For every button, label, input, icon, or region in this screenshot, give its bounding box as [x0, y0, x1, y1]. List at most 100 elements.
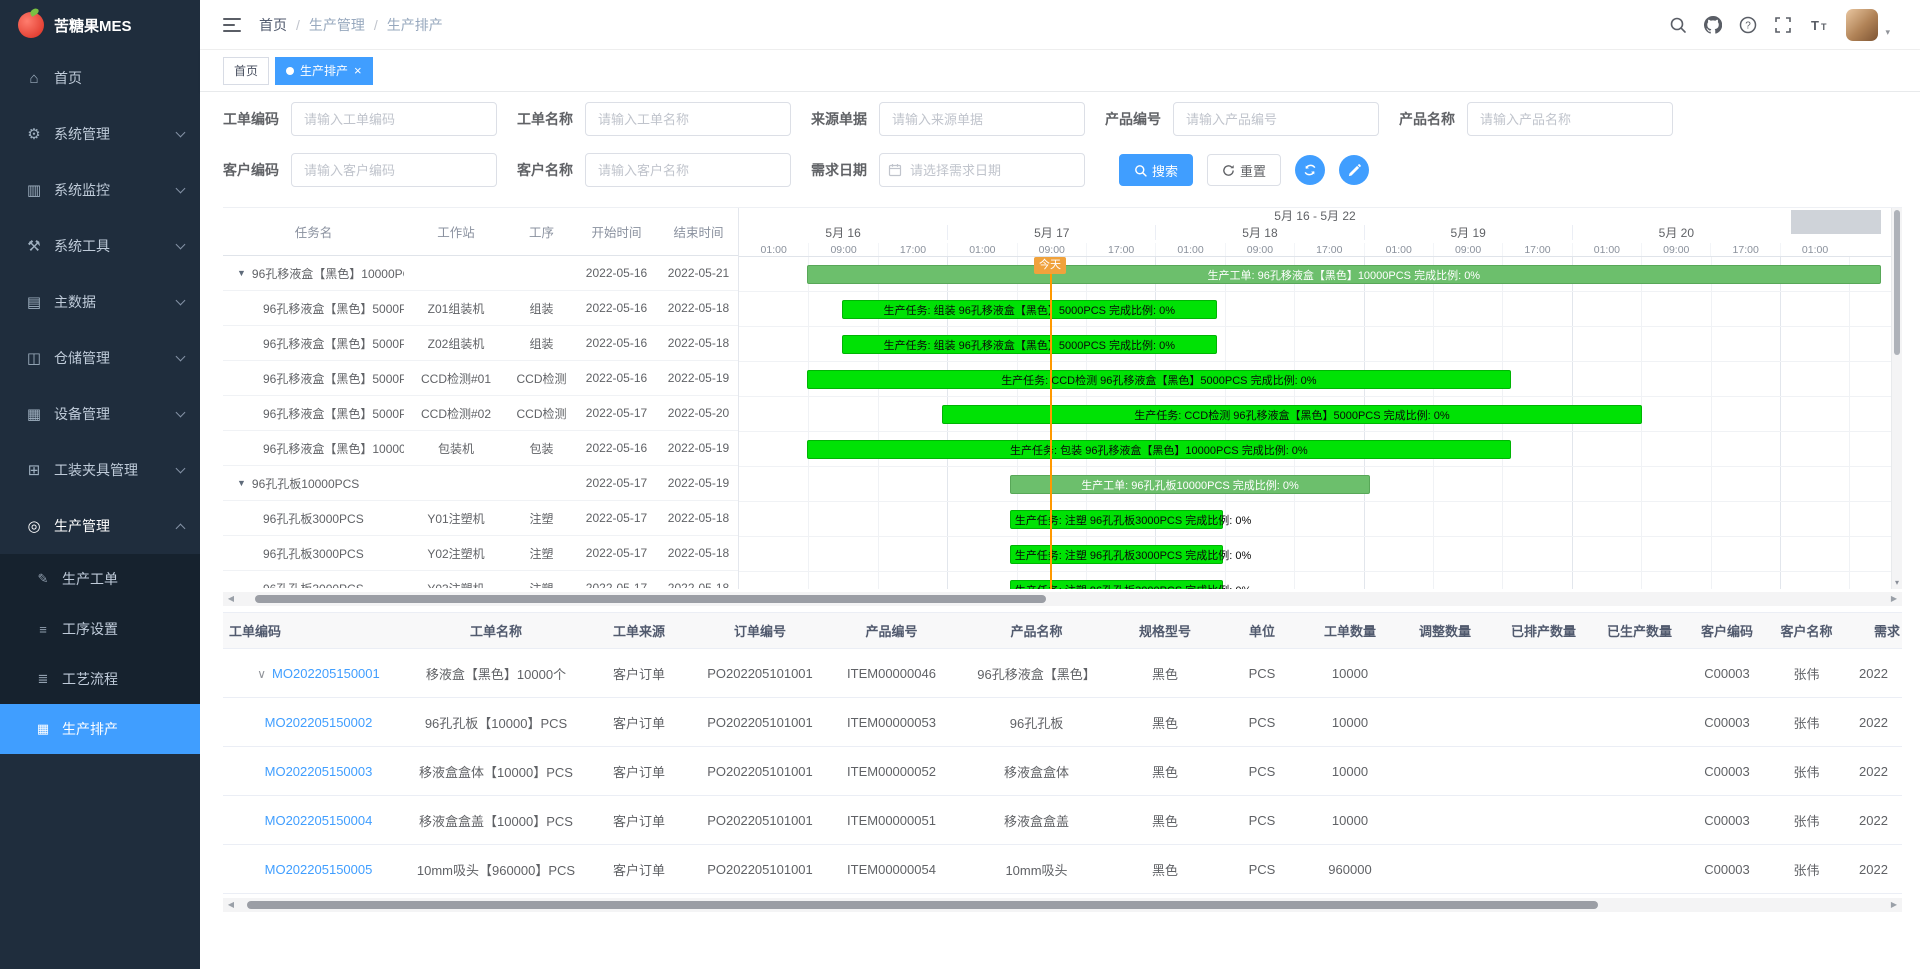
today-line: [1050, 257, 1052, 589]
source-doc-input[interactable]: [879, 102, 1085, 136]
gantt-task-row[interactable]: ▼96孔移液盒【黑色】10000PCS2022-05-162022-05-21: [223, 256, 738, 291]
product-code-input[interactable]: [1173, 102, 1379, 136]
gantt-bar-task[interactable]: 生产任务: 注塑 96孔孔板3000PCS 完成比例: 0%: [1010, 580, 1223, 589]
work-order-link[interactable]: MO202205150003: [265, 764, 373, 779]
avatar[interactable]: [1846, 9, 1878, 41]
gantt-task-row[interactable]: ▼96孔孔板10000PCS2022-05-172022-05-19: [223, 466, 738, 501]
search-button[interactable]: 搜索: [1119, 154, 1193, 186]
orders-cell: ITEM00000046: [820, 666, 963, 681]
tab-scheduling[interactable]: 生产排产×: [275, 57, 373, 85]
reset-button[interactable]: 重置: [1207, 154, 1281, 186]
breadcrumb-item[interactable]: 生产排产: [387, 15, 443, 35]
scrollbar-track[interactable]: [239, 900, 1886, 910]
sidebar-item-equipment[interactable]: ▦设备管理: [0, 386, 200, 442]
filter-label: 客户编码: [223, 160, 279, 180]
help-icon[interactable]: ?: [1739, 16, 1757, 34]
gantt-task-row[interactable]: 96孔移液盒【黑色】5000PCSCCD检测#01CCD检测2022-05-16…: [223, 361, 738, 396]
refresh-gantt-button[interactable]: [1295, 155, 1325, 185]
close-icon[interactable]: ×: [354, 64, 362, 77]
scroll-right-icon[interactable]: ▶: [1886, 898, 1902, 912]
orders-cell: MO202205150002: [223, 715, 414, 730]
font-size-icon[interactable]: TT: [1809, 16, 1829, 34]
sidebar-item-production[interactable]: ◎生产管理: [0, 498, 200, 554]
sidebar-item-work-order[interactable]: ✎生产工单: [0, 554, 200, 604]
gantt-bar-task[interactable]: 生产任务: CCD检测 96孔移液盒【黑色】5000PCS 完成比例: 0%: [807, 370, 1511, 389]
gantt-task-row[interactable]: 96孔移液盒【黑色】5000PCSZ01组装机组装2022-05-162022-…: [223, 291, 738, 326]
scrollbar-thumb[interactable]: [247, 901, 1598, 909]
gantt-bar-task[interactable]: 生产任务: 注塑 96孔孔板3000PCS 完成比例: 0%: [1010, 510, 1223, 529]
work-order-link[interactable]: MO202205150001: [272, 666, 380, 681]
work-order-code-input[interactable]: [291, 102, 497, 136]
customer-name-input[interactable]: [585, 153, 791, 187]
gantt-vertical-scrollbar[interactable]: ▾: [1891, 208, 1902, 589]
sidebar-item-home[interactable]: ⌂首页: [0, 50, 200, 106]
orders-row[interactable]: MO20220515000296孔孔板【10000】PCS客户订单PO20220…: [223, 698, 1902, 747]
collapse-icon[interactable]: ▼: [237, 478, 246, 488]
product-name-input[interactable]: [1467, 102, 1673, 136]
gantt-bar-task[interactable]: 生产任务: CCD检测 96孔移液盒【黑色】5000PCS 完成比例: 0%: [942, 405, 1642, 424]
gantt-task-row[interactable]: 96孔移液盒【黑色】5000PCSZ02组装机组装2022-05-162022-…: [223, 326, 738, 361]
tab-home[interactable]: 首页: [223, 57, 269, 85]
gantt-task-row[interactable]: 96孔移液盒【黑色】5000PCSCCD检测#02CCD检测2022-05-17…: [223, 396, 738, 431]
scroll-left-icon[interactable]: ◀: [223, 898, 239, 912]
task-process: 组装: [508, 300, 575, 317]
orders-cell: C00003: [1686, 764, 1768, 779]
orders-cell: PO202205101001: [700, 862, 820, 877]
orders-row[interactable]: ∨MO202205150001移液盒【黑色】10000个客户订单PO202205…: [223, 649, 1902, 698]
scrollbar-thumb[interactable]: [1894, 210, 1900, 355]
orders-row[interactable]: MO202205150003移液盒盒体【10000】PCS客户订单PO20220…: [223, 747, 1902, 796]
gantt-bar-task[interactable]: 生产任务: 组装 96孔移液盒【黑色】5000PCS 完成比例: 0%: [842, 335, 1218, 354]
sidebar-item-system-management[interactable]: ⚙系统管理: [0, 106, 200, 162]
gantt-task-row[interactable]: 96孔移液盒【黑色】10000PCS包装机包装2022-05-162022-05…: [223, 431, 738, 466]
scroll-left-icon[interactable]: ◀: [223, 592, 239, 606]
edit-button[interactable]: [1339, 155, 1369, 185]
gantt-task-row[interactable]: 96孔孔板3000PCSY01注塑机注塑2022-05-172022-05-18: [223, 501, 738, 536]
breadcrumb-item[interactable]: 首页: [259, 15, 287, 35]
gantt-bar-order[interactable]: 生产工单: 96孔移液盒【黑色】10000PCS 完成比例: 0%: [807, 265, 1881, 284]
scrollbar-track[interactable]: [239, 594, 1886, 604]
orders-cell: PCS: [1220, 764, 1304, 779]
scroll-down-icon[interactable]: ▾: [1892, 578, 1902, 588]
sidebar-item-process-settings[interactable]: ≡工序设置: [0, 604, 200, 654]
github-icon[interactable]: [1704, 16, 1722, 34]
scroll-right-icon[interactable]: ▶: [1886, 592, 1902, 606]
breadcrumb-item[interactable]: 生产管理: [309, 15, 365, 35]
chevron-down-icon: [176, 239, 186, 249]
gantt-task-row[interactable]: 96孔孔板3000PCSY02注塑机注塑2022-05-172022-05-18: [223, 536, 738, 571]
menu-toggle-icon[interactable]: [223, 17, 241, 33]
orders-cell: PO202205101001: [700, 715, 820, 730]
gantt-bar-order[interactable]: 生产工单: 96孔孔板10000PCS 完成比例: 0%: [1010, 475, 1371, 494]
work-order-link[interactable]: MO202205150004: [265, 813, 373, 828]
orders-cell: C00003: [1686, 666, 1768, 681]
gantt-task-row[interactable]: 96孔孔板3000PCSY03注塑机注塑2022-05-172022-05-18: [223, 571, 738, 588]
sidebar-item-master-data[interactable]: ▤主数据: [0, 274, 200, 330]
sidebar-item-process-flow[interactable]: ≣工艺流程: [0, 654, 200, 704]
search-icon[interactable]: [1669, 16, 1687, 34]
orders-col-header: 工单编码: [223, 621, 414, 640]
expand-row-icon[interactable]: ∨: [257, 667, 266, 681]
active-dot-icon: [286, 67, 294, 75]
orders-row[interactable]: MO202205150004移液盒盒盖【10000】PCS客户订单PO20220…: [223, 796, 1902, 845]
gantt-bar-task[interactable]: 生产任务: 组装 96孔移液盒【黑色】5000PCS 完成比例: 0%: [842, 300, 1218, 319]
gantt-bar-task[interactable]: 生产任务: 包装 96孔移液盒【黑色】10000PCS 完成比例: 0%: [807, 440, 1511, 459]
sidebar-item-system-tools[interactable]: ⚒系统工具: [0, 218, 200, 274]
demand-date-input[interactable]: [879, 153, 1085, 187]
orders-row[interactable]: MO20220515000510mm吸头【960000】PCS客户订单PO202…: [223, 845, 1902, 894]
chevron-down-icon: ▾: [1885, 27, 1890, 38]
fullscreen-icon[interactable]: [1774, 16, 1792, 34]
customer-code-input[interactable]: [291, 153, 497, 187]
work-order-name-input[interactable]: [585, 102, 791, 136]
work-order-link[interactable]: MO202205150005: [265, 862, 373, 877]
sidebar-item-system-monitor[interactable]: ▥系统监控: [0, 162, 200, 218]
scrollbar-thumb[interactable]: [255, 595, 1046, 603]
orders-horizontal-scrollbar[interactable]: ◀ ▶: [223, 898, 1902, 912]
work-order-link[interactable]: MO202205150002: [265, 715, 373, 730]
sidebar-item-fixture[interactable]: ⊞工装夹具管理: [0, 442, 200, 498]
app-logo[interactable]: 苦糖果MES: [0, 0, 200, 50]
collapse-icon[interactable]: ▼: [237, 268, 246, 278]
sidebar-item-scheduling[interactable]: ▦生产排产: [0, 704, 200, 754]
sidebar-item-warehouse[interactable]: ◫仓储管理: [0, 330, 200, 386]
gantt-horizontal-scrollbar[interactable]: ◀ ▶: [223, 592, 1902, 606]
gantt-bar-task[interactable]: 生产任务: 注塑 96孔孔板3000PCS 完成比例: 0%: [1010, 545, 1223, 564]
orders-cell: 2022: [1845, 764, 1902, 779]
